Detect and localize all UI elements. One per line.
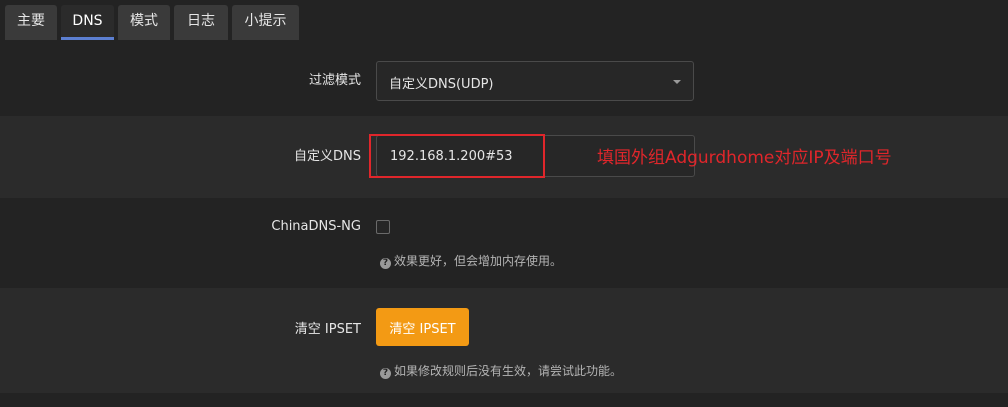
filter-mode-value: 自定义DNS(UDP) xyxy=(389,77,494,92)
tab-mode[interactable]: 模式 xyxy=(118,5,170,40)
chinadns-ng-help-text: 效果更好，但会增加内存使用。 xyxy=(394,254,563,268)
chinadns-ng-help: ? 效果更好，但会增加内存使用。 xyxy=(380,252,562,269)
filter-mode-select[interactable]: 自定义DNS(UDP) xyxy=(376,61,694,101)
question-circle-icon: ? xyxy=(380,258,391,269)
question-circle-icon: ? xyxy=(380,368,391,379)
tab-main[interactable]: 主要 xyxy=(5,5,57,40)
caret-down-icon xyxy=(673,80,681,84)
clear-ipset-button[interactable]: 清空 IPSET xyxy=(376,308,469,346)
clear-ipset-help: ? 如果修改规则后没有生效，请尝试此功能。 xyxy=(380,362,622,379)
bottom-strip xyxy=(0,393,1008,407)
tab-bar: 主要 DNS 模式 日志 小提示 xyxy=(0,0,1008,42)
chinadns-ng-checkbox[interactable] xyxy=(376,220,390,234)
chinadns-ng-row: ChinaDNS-NG xyxy=(0,198,1008,288)
clear-ipset-help-text: 如果修改规则后没有生效，请尝试此功能。 xyxy=(394,364,623,378)
tab-log[interactable]: 日志 xyxy=(174,5,228,40)
chinadns-ng-label: ChinaDNS-NG xyxy=(271,219,361,234)
clear-ipset-label: 清空 IPSET xyxy=(294,322,361,337)
annotation-text: 填国外组Adgurdhome对应IP及端口号 xyxy=(597,148,892,168)
tab-tips[interactable]: 小提示 xyxy=(232,5,299,40)
filter-mode-row: 过滤模式 自定义DNS(UDP) xyxy=(0,42,1008,116)
custom-dns-label: 自定义DNS xyxy=(294,149,361,164)
filter-mode-label: 过滤模式 xyxy=(308,73,361,88)
tab-dns[interactable]: DNS xyxy=(61,5,114,40)
